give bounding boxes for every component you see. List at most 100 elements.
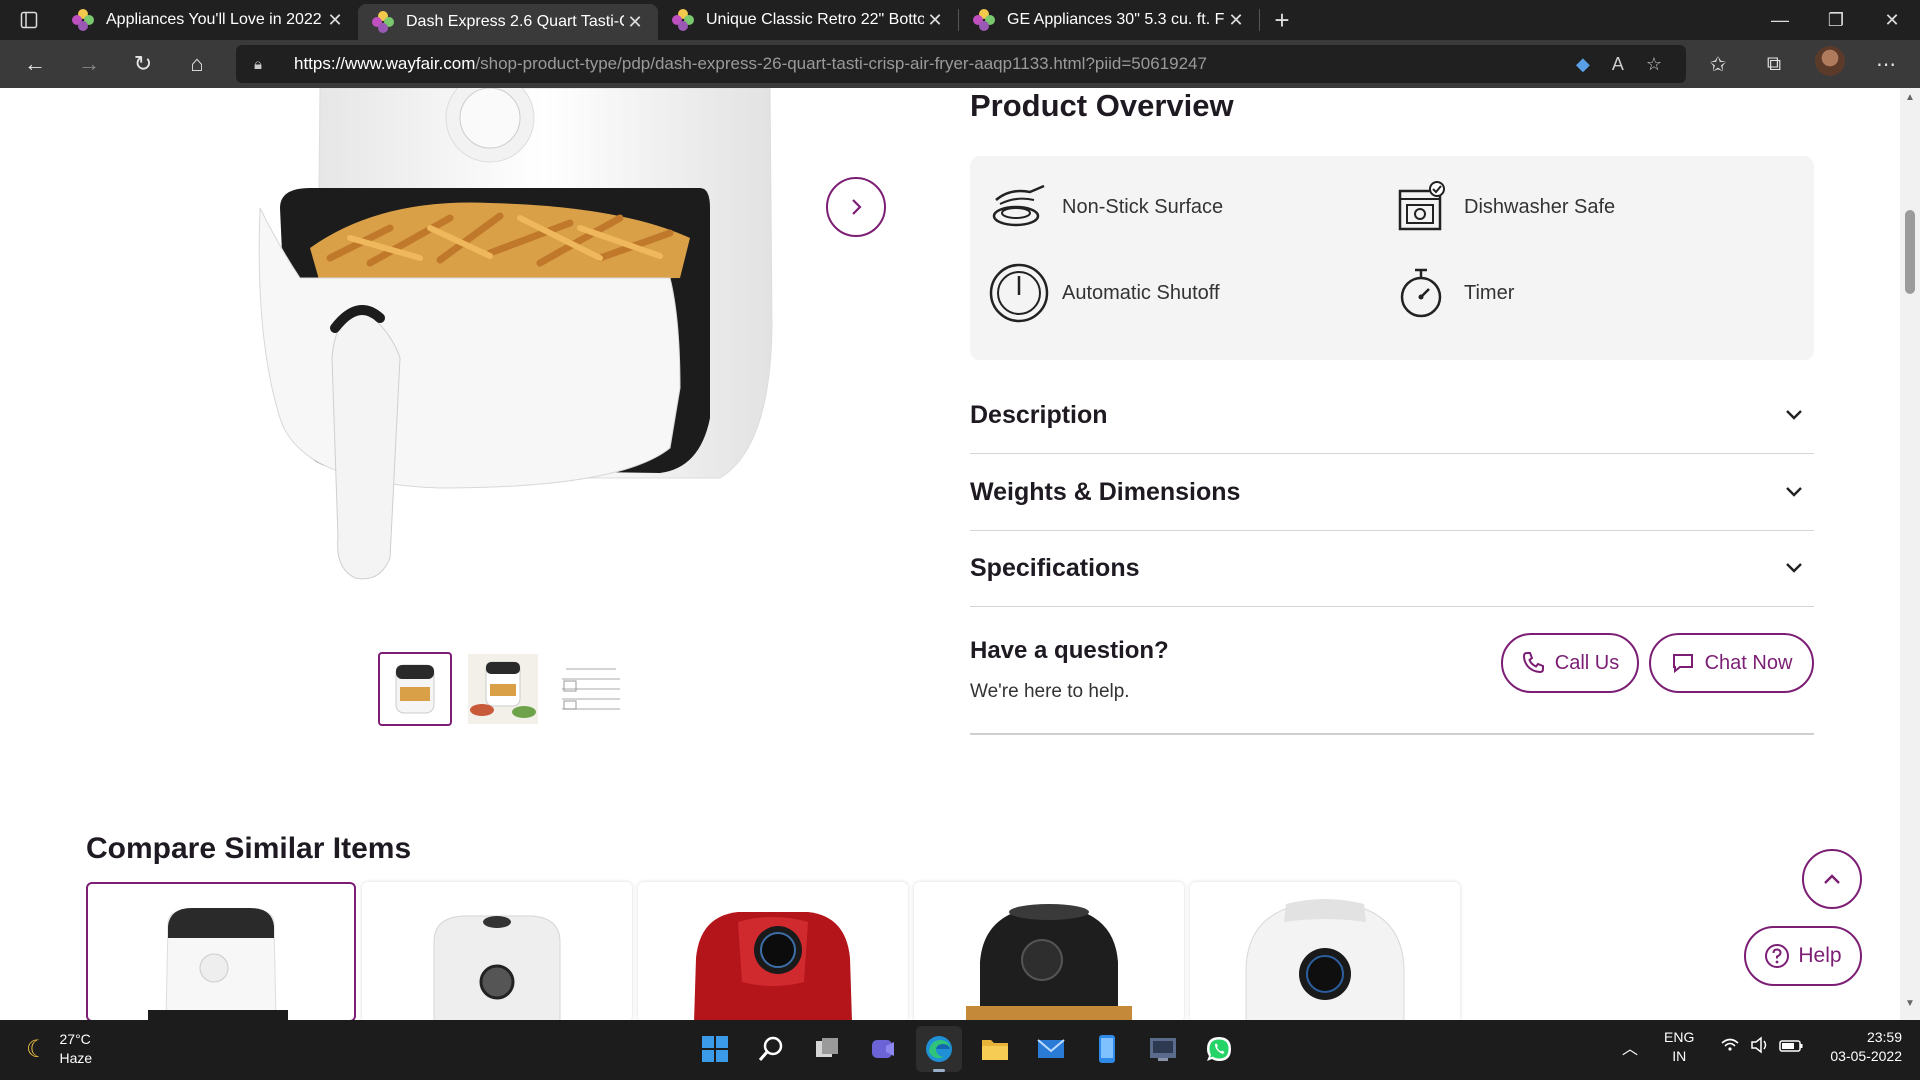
weather-widget[interactable]: ☾ 27°C Haze	[26, 1030, 92, 1068]
mail-icon[interactable]	[1028, 1026, 1074, 1072]
thumbnail-3[interactable]	[554, 652, 628, 726]
close-window-icon[interactable]: ✕	[1864, 0, 1920, 40]
phone-icon	[1522, 652, 1544, 674]
wayfair-favicon-icon	[372, 11, 394, 33]
call-us-button[interactable]: Call Us	[1501, 633, 1639, 693]
url-field[interactable]: 🔒︎ https://www.wayfair.com/shop-product-…	[236, 45, 1686, 83]
clock-time: 23:59	[1866, 1029, 1902, 1045]
have-a-question-section: Have a question? We're here to help. Cal…	[970, 633, 1814, 735]
start-icon[interactable]	[692, 1026, 738, 1072]
phone-link-icon[interactable]	[1084, 1026, 1130, 1072]
scrollbar-thumb[interactable]	[1905, 210, 1915, 294]
close-tab-icon[interactable]: ✕	[624, 12, 646, 33]
back-to-top-button[interactable]	[1802, 849, 1862, 909]
region-code: IN	[1672, 1048, 1687, 1064]
accordion-label: Specifications	[970, 554, 1140, 582]
compare-item-card[interactable]	[1190, 882, 1460, 1020]
network-volume-battery-icons[interactable]	[1720, 1035, 1806, 1060]
weather-condition: Haze	[59, 1050, 93, 1066]
scroll-up-icon[interactable]: ▲	[1900, 92, 1920, 110]
description-accordion[interactable]: Description	[970, 378, 1814, 454]
refresh-icon[interactable]: ↻	[116, 40, 170, 88]
feature-non-stick: Non-Stick Surface	[988, 176, 1223, 238]
favorites-icon[interactable]: ✩	[1690, 52, 1746, 77]
teams-chat-icon[interactable]	[860, 1026, 906, 1072]
next-image-button[interactable]	[826, 177, 886, 237]
feature-label: Automatic Shutoff	[1062, 281, 1220, 304]
help-button[interactable]: Help	[1744, 926, 1862, 986]
tab-title: Dash Express 2.6 Quart Tasti-Cris	[406, 13, 624, 30]
lock-icon: 🔒︎	[254, 55, 262, 73]
clock[interactable]: 23:59 03-05-2022	[1830, 1028, 1902, 1066]
home-icon[interactable]: ⌂	[170, 40, 224, 88]
browser-tab[interactable]: Appliances You'll Love in 2022 | W ✕	[58, 0, 358, 40]
image-thumbnails	[378, 652, 628, 726]
features-panel: Non-Stick Surface Dishwasher Safe Automa…	[970, 156, 1814, 360]
taskbar-apps	[692, 1026, 1242, 1072]
whatsapp-icon[interactable]	[1196, 1026, 1242, 1072]
chevron-right-icon	[852, 199, 862, 215]
page-content: Product Overview Non-Stick Surface Dishw…	[0, 88, 1900, 1020]
wayfair-favicon-icon	[973, 9, 995, 31]
close-tab-icon[interactable]: ✕	[324, 10, 346, 31]
back-icon[interactable]: ←	[8, 40, 62, 88]
thumbnail-2[interactable]	[466, 652, 540, 726]
minimize-icon[interactable]: —	[1752, 0, 1808, 40]
thumbnail-1[interactable]	[378, 652, 452, 726]
weights-dimensions-accordion[interactable]: Weights & Dimensions	[970, 455, 1814, 531]
address-toolbar: ← → ↻ ⌂ 🔒︎ https://www.wayfair.com/shop-…	[0, 40, 1920, 88]
browser-tab[interactable]: GE Appliances 30" 5.3 cu. ft. Free ✕	[959, 0, 1259, 40]
timer-icon	[1390, 262, 1452, 324]
product-overview-title: Product Overview	[970, 88, 1234, 123]
show-hidden-icons-icon[interactable]: ︿	[1622, 1035, 1638, 1059]
app-icon[interactable]	[1140, 1026, 1186, 1072]
feature-label: Timer	[1464, 281, 1515, 304]
chat-icon	[1672, 654, 1693, 674]
compare-section-title: Compare Similar Items	[86, 832, 412, 865]
scroll-down-icon[interactable]: ▼	[1900, 998, 1920, 1016]
dishwasher-icon	[1390, 176, 1452, 238]
compare-item-card[interactable]	[638, 882, 908, 1020]
tab-bar: Appliances You'll Love in 2022 | W ✕ Das…	[0, 0, 1920, 40]
add-favorite-icon[interactable]: ☆	[1646, 54, 1662, 75]
compare-item-card[interactable]	[362, 882, 632, 1020]
tab-title: GE Appliances 30" 5.3 cu. ft. Free	[1007, 11, 1225, 28]
browser-tab-active[interactable]: Dash Express 2.6 Quart Tasti-Cris ✕	[358, 4, 658, 40]
profile-avatar[interactable]	[1802, 46, 1858, 82]
pan-icon	[988, 176, 1050, 238]
read-aloud-icon[interactable]: A	[1612, 54, 1624, 75]
search-icon[interactable]	[748, 1026, 794, 1072]
close-tab-icon[interactable]: ✕	[1225, 10, 1247, 31]
language-code: ENG	[1664, 1029, 1695, 1045]
chevron-down-icon	[1774, 481, 1814, 504]
product-thumbnail-image	[694, 912, 852, 1020]
specifications-accordion[interactable]: Specifications	[970, 531, 1814, 607]
browser-tab[interactable]: Unique Classic Retro 22" Bottom ✕	[658, 0, 958, 40]
edge-browser-icon[interactable]	[916, 1026, 962, 1072]
new-tab-icon[interactable]: +	[1260, 0, 1304, 40]
chevron-down-icon	[1774, 404, 1814, 427]
call-us-label: Call Us	[1554, 651, 1620, 674]
feature-automatic-shutoff: Automatic Shutoff	[988, 262, 1220, 324]
help-icon	[1765, 944, 1790, 968]
file-explorer-icon[interactable]	[972, 1026, 1018, 1072]
forward-icon[interactable]: →	[62, 40, 116, 88]
wayfair-favicon-icon	[672, 9, 694, 31]
browser-tools: ✩ ⧉ ⋯	[1690, 40, 1914, 88]
restore-icon[interactable]: ❐	[1808, 0, 1864, 40]
tab-actions-icon[interactable]	[0, 0, 58, 40]
close-tab-icon[interactable]: ✕	[924, 10, 946, 31]
accordion-label: Description	[970, 401, 1108, 429]
clock-date: 03-05-2022	[1830, 1048, 1902, 1064]
coupon-tag-icon[interactable]: ◆	[1576, 54, 1590, 75]
compare-item-card[interactable]	[914, 882, 1184, 1020]
language-indicator[interactable]: ENG IN	[1664, 1028, 1694, 1066]
task-view-icon[interactable]	[804, 1026, 850, 1072]
page-scrollbar[interactable]: ▲ ▼	[1900, 88, 1920, 1020]
more-menu-icon[interactable]: ⋯	[1858, 52, 1914, 77]
collections-icon[interactable]: ⧉	[1746, 53, 1802, 76]
chat-now-button[interactable]: Chat Now	[1649, 633, 1814, 693]
chevron-up-icon	[1824, 874, 1840, 884]
compare-item-card[interactable]	[86, 882, 356, 1020]
product-thumbnail-image	[966, 904, 1132, 1020]
